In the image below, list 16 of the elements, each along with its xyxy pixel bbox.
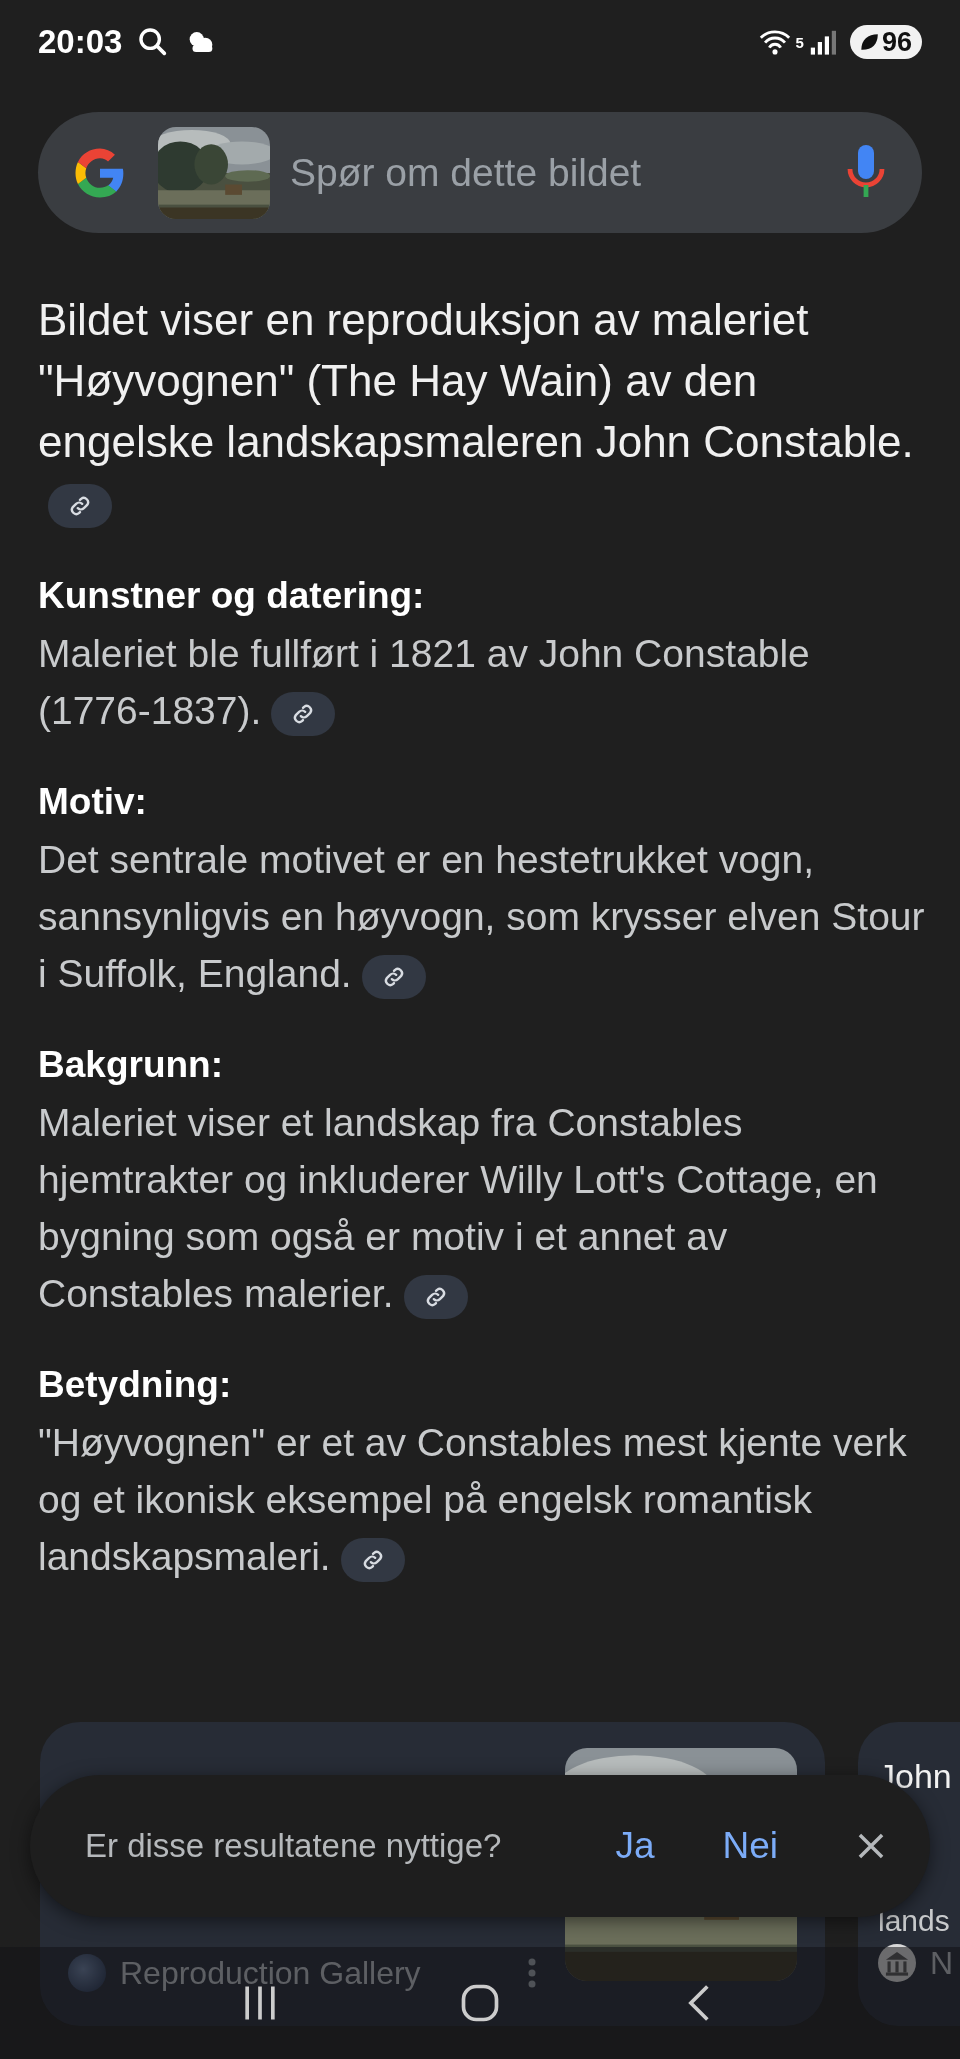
source-name: N xyxy=(930,1944,954,1982)
section-text: Det sentrale motivet er en hestetrukket vogn, sannsynligvis en høyvogn, som krysser elven Stour i Suffolk, England. xyxy=(38,831,930,1002)
section-heading: Betydning: xyxy=(38,1364,233,1406)
battery-indicator: 96 xyxy=(849,25,922,59)
answer-intro: Bildet viser en reproduksjon av maleriet "Høyvognen" (The Hay Wain) av den engelske landskapsmaleren John Constable. xyxy=(38,289,930,533)
section-text: "Høyvognen" er et av Constables mest kjente verk og et ikonisk eksempel på engelsk romantisk landskapsmaleri. xyxy=(38,1414,930,1585)
section-heading: Motiv: xyxy=(38,781,148,823)
source-name: Reproduction Gallery xyxy=(120,1954,421,1992)
section-text: Maleriet ble fullført i 1821 av John Constable (1776-1837). xyxy=(38,625,930,739)
card-snippet: lands xyxy=(878,1904,951,1938)
network-label: 5 xyxy=(795,33,804,51)
section-heading: Bakgrunn: xyxy=(38,1044,224,1086)
section-text: Maleriet viser et landskap fra Constables hjemtrakter og inkluderer Willy Lott's Cottage, en bygning som også er motiv i et annet av Constables malerier. xyxy=(38,1094,930,1322)
status-time: 20:03 xyxy=(38,23,123,61)
feedback-question: Er disse resultatene nyttige? xyxy=(85,1826,503,1866)
section-heading: Kunstner og datering: xyxy=(38,575,426,617)
